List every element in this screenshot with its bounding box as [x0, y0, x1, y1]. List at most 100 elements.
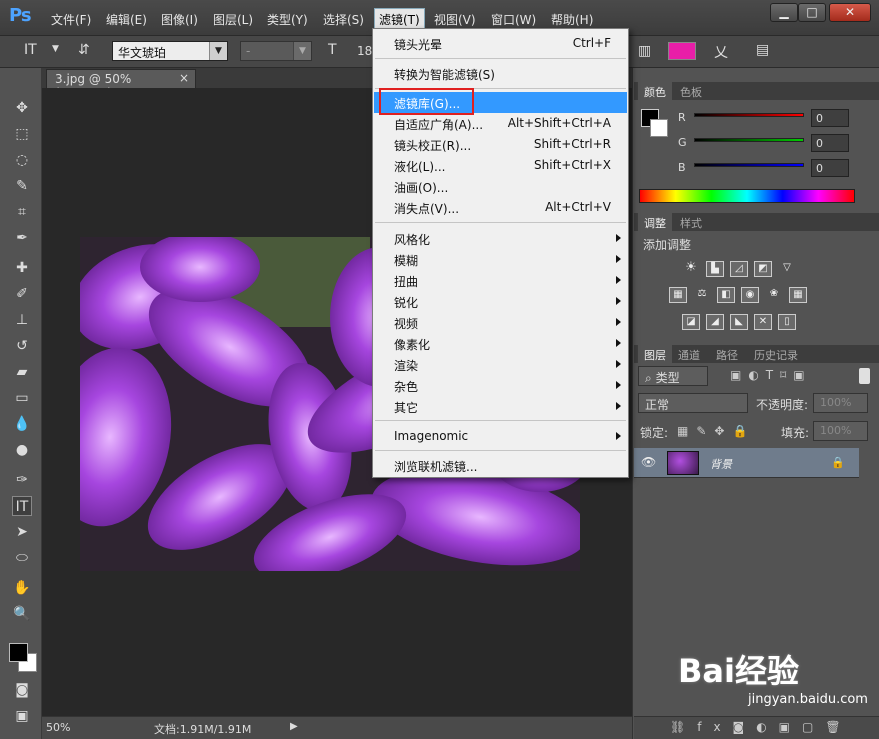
menu-item-noise[interactable]: 杂色	[374, 375, 627, 396]
posterize-icon[interactable]: ◢	[706, 314, 724, 330]
document-tab[interactable]: 3.jpg @ 50%(RGB/8#) ×	[46, 69, 196, 100]
menu-item-lens-flare[interactable]: 镜头光晕 Ctrl+F	[374, 33, 627, 54]
warp-text-icon[interactable]: ▥	[638, 43, 651, 59]
brush-tool-icon[interactable]: ✐	[12, 284, 32, 304]
threshold-icon[interactable]: ◣	[730, 314, 748, 330]
orientation-toggle-icon[interactable]: ⇵	[78, 42, 90, 58]
green-value-input[interactable]: 0	[811, 134, 849, 152]
tab-history[interactable]: 历史记录	[748, 347, 804, 363]
exposure-icon[interactable]: ◩	[754, 261, 772, 277]
text-color-swatch[interactable]	[668, 42, 696, 60]
menu-item-other[interactable]: 其它	[374, 396, 627, 417]
menu-item-distort[interactable]: 扭曲	[374, 270, 627, 291]
menu-item-video[interactable]: 视频	[374, 312, 627, 333]
levels-icon[interactable]: ▙	[706, 261, 724, 277]
tab-styles[interactable]: 样式	[674, 215, 708, 231]
eyedropper-tool-icon[interactable]: ✒	[12, 228, 32, 248]
opacity-input[interactable]: 100%	[813, 393, 868, 413]
font-style-select[interactable]: - ▼	[240, 41, 312, 61]
background-color-swatch[interactable]	[650, 119, 668, 137]
tab-color[interactable]: 颜色	[638, 82, 672, 100]
hand-tool-icon[interactable]: ✋	[12, 578, 32, 598]
type-tool-icon[interactable]: IT	[12, 496, 32, 516]
selective-color-icon[interactable]: ✕	[754, 314, 772, 330]
red-slider[interactable]	[694, 113, 804, 117]
menu-edit[interactable]: 编辑(E)	[106, 11, 147, 28]
dodge-tool-icon[interactable]: ●	[12, 440, 32, 460]
quick-mask-icon[interactable]: ◙	[12, 680, 32, 700]
gradient-tool-icon[interactable]: ▭	[12, 388, 32, 408]
tab-channels[interactable]: 通道	[672, 347, 706, 363]
tab-adjustments[interactable]: 调整	[638, 213, 672, 231]
zoom-tool-icon[interactable]: 🔍	[12, 604, 32, 624]
layer-name[interactable]: 背景	[710, 456, 732, 472]
blue-value-input[interactable]: 0	[811, 159, 849, 177]
menu-item-convert-smart-filters[interactable]: 转换为智能滤镜(S)	[374, 63, 627, 84]
clone-stamp-tool-icon[interactable]: ⊥	[12, 310, 32, 330]
menu-item-sharpen[interactable]: 锐化	[374, 291, 627, 312]
brightness-icon[interactable]: ☀	[682, 261, 700, 277]
close-icon[interactable]: ×	[179, 71, 189, 85]
menu-image[interactable]: 图像(I)	[161, 11, 198, 28]
warp-icon[interactable]: 乂	[714, 42, 728, 62]
eraser-tool-icon[interactable]: ▰	[12, 362, 32, 382]
menu-window[interactable]: 窗口(W)	[491, 11, 536, 28]
filter-toggle[interactable]	[859, 368, 870, 384]
path-select-tool-icon[interactable]: ➤	[12, 522, 32, 542]
font-family-select[interactable]: 华文琥珀 ▼	[112, 41, 228, 61]
color-lookup-icon[interactable]: ▦	[789, 287, 807, 303]
menu-select[interactable]: 选择(S)	[323, 11, 364, 28]
menu-item-render[interactable]: 渲染	[374, 354, 627, 375]
lasso-tool-icon[interactable]: ◌	[12, 150, 32, 170]
menu-item-lens-correction[interactable]: 镜头校正(R)... Shift+Ctrl+R	[374, 134, 627, 155]
history-brush-tool-icon[interactable]: ↺	[12, 336, 32, 356]
curves-icon[interactable]: ◿	[730, 261, 748, 277]
menu-item-vanishing-point[interactable]: 消失点(V)... Alt+Ctrl+V	[374, 197, 627, 218]
blur-tool-icon[interactable]: 💧	[12, 414, 32, 434]
screen-mode-icon[interactable]: ▣	[12, 706, 32, 726]
tab-layers[interactable]: 图层	[638, 345, 672, 363]
menu-item-adaptive-wide-angle[interactable]: 自适应广角(A)... Alt+Shift+Ctrl+A	[374, 113, 627, 134]
restore-button[interactable]: □	[798, 3, 826, 22]
pen-tool-icon[interactable]: ✑	[12, 470, 32, 490]
panels-icon[interactable]: ▤	[756, 42, 769, 58]
minimize-button[interactable]: ▁	[770, 3, 798, 22]
color-spectrum[interactable]	[639, 189, 855, 203]
menu-view[interactable]: 视图(V)	[434, 11, 476, 28]
marquee-tool-icon[interactable]: ⬚	[12, 124, 32, 144]
blend-mode-select[interactable]: 正常	[638, 393, 748, 413]
move-tool-icon[interactable]: ✥	[12, 98, 32, 118]
chevron-down-icon[interactable]: ▼	[52, 44, 59, 54]
font-size-value[interactable]: 18	[357, 44, 372, 58]
eye-icon[interactable]: 👁	[641, 455, 656, 469]
invert-icon[interactable]: ◪	[682, 314, 700, 330]
menu-type[interactable]: 类型(Y)	[267, 11, 308, 28]
crop-tool-icon[interactable]: ⌗	[12, 202, 32, 222]
photo-filter-icon[interactable]: ◉	[741, 287, 759, 303]
lock-icons[interactable]: ▦✎✥🔒	[677, 424, 755, 438]
ellipse-tool-icon[interactable]: ⬭	[12, 548, 32, 568]
menu-help[interactable]: 帮助(H)	[551, 11, 593, 28]
type-tool-icon[interactable]: IT	[24, 42, 37, 58]
layer-footer-icons[interactable]: ⛓fx◙◐▣▢🗑	[670, 720, 853, 734]
red-value-input[interactable]: 0	[811, 109, 849, 127]
black-white-icon[interactable]: ◧	[717, 287, 735, 303]
tab-paths[interactable]: 路径	[710, 347, 744, 363]
zoom-level[interactable]: 50%	[46, 721, 70, 734]
menu-item-browse-online-filters[interactable]: 浏览联机滤镜...	[374, 455, 627, 476]
color-balance-icon[interactable]: ⚖	[693, 287, 711, 303]
fill-input[interactable]: 100%	[813, 421, 868, 441]
quick-select-tool-icon[interactable]: ✎	[12, 176, 32, 196]
close-button[interactable]: ✕	[829, 3, 871, 22]
gradient-map-icon[interactable]: ▯	[778, 314, 796, 330]
vibrance-icon[interactable]: ▽	[778, 261, 796, 277]
menu-item-stylize[interactable]: 风格化	[374, 228, 627, 249]
channel-mixer-icon[interactable]: ❀	[765, 287, 783, 303]
hue-saturation-icon[interactable]: ▦	[669, 287, 687, 303]
layer-filter-icons[interactable]: ▣◐T⌑▣	[730, 368, 812, 382]
menu-file[interactable]: 文件(F)	[51, 11, 91, 28]
menu-item-pixelate[interactable]: 像素化	[374, 333, 627, 354]
status-menu-arrow-icon[interactable]: ▶	[290, 721, 298, 732]
healing-brush-tool-icon[interactable]: ✚	[12, 258, 32, 278]
menu-item-blur[interactable]: 模糊	[374, 249, 627, 270]
